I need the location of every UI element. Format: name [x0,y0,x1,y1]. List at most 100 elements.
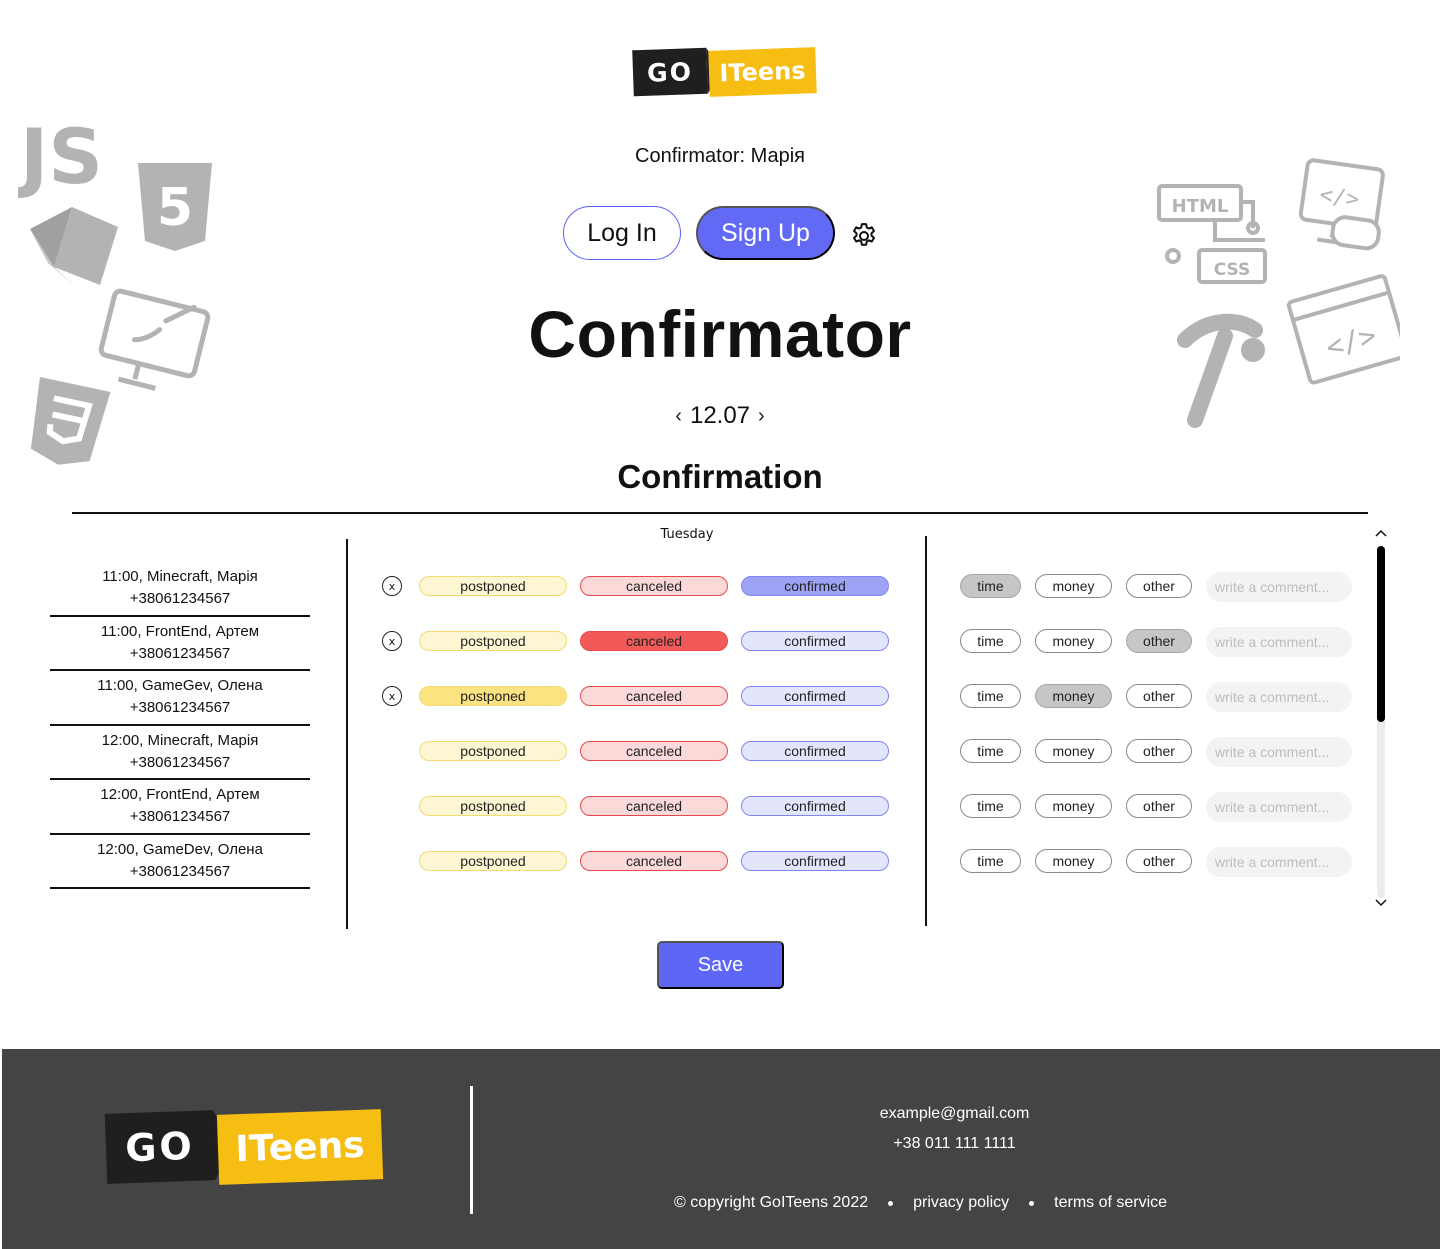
confirmed-toggle[interactable]: confirmed [741,686,889,706]
lesson-info: 11:00, FrontEnd, Артем [100,622,260,640]
reason-time-toggle[interactable]: time [960,684,1021,708]
reason-other-toggle[interactable]: other [1126,849,1192,873]
lesson-info: 12:00, Minecraft, Марія [101,731,259,749]
logo-iteens: ITeens [216,1109,384,1185]
svg-text:5: 5 [157,178,193,238]
separator-dot [888,1200,894,1206]
section-divider [72,512,1368,514]
lesson-list: 11:00, Minecraft, Марія +38061234567 11:0… [50,562,310,889]
chevron-down-icon[interactable] [1374,898,1388,908]
reason-time-toggle[interactable]: time [960,574,1021,598]
confirmed-toggle[interactable]: confirmed [741,741,889,761]
footer-links: © copyright GoITeens 2022 privacy policy… [674,1194,1167,1212]
footer-brand-logo[interactable]: GO ITeens [104,1109,384,1185]
footer-divider [470,1086,473,1214]
lesson-info: 12:00, GameDev, Олена [97,840,263,858]
reason-other-toggle[interactable]: other [1126,684,1192,708]
confirmed-toggle[interactable]: confirmed [741,631,889,651]
confirmed-toggle[interactable]: confirmed [741,851,889,871]
lesson-phone: +38061234567 [129,644,231,662]
privacy-policy-link[interactable]: privacy policy [913,1194,1009,1212]
logo-iteens: ITeens [708,47,817,97]
list-item: 12:00, Minecraft, Марія +38061234567 [50,726,310,780]
reason-time-toggle[interactable]: time [960,794,1021,818]
reason-other-toggle[interactable]: other [1126,739,1192,763]
page-title: Confirmator [528,297,912,371]
cube-icon [30,207,118,287]
section-title: Confirmation [617,458,823,495]
lesson-phone: +38061234567 [129,862,231,880]
signup-button[interactable]: Sign Up [696,206,835,260]
postponed-toggle[interactable]: postponed [419,796,567,816]
login-button[interactable]: Log In [563,206,681,260]
terms-of-service-link[interactable]: terms of service [1054,1194,1167,1212]
postponed-toggle[interactable]: postponed [419,851,567,871]
reason-time-toggle[interactable]: time [960,849,1021,873]
reason-money-toggle[interactable]: money [1035,684,1112,708]
canceled-toggle[interactable]: canceled [580,686,728,706]
close-circle-icon[interactable]: x [382,576,402,596]
postponed-toggle[interactable]: postponed [419,631,567,651]
reason-other-toggle[interactable]: other [1126,574,1192,598]
canceled-toggle[interactable]: canceled [580,631,728,651]
close-circle-icon[interactable]: x [382,686,402,706]
svg-text:HTML: HTML [1172,196,1229,217]
reason-time-toggle[interactable]: time [960,629,1021,653]
comment-input[interactable] [1206,792,1352,822]
scrollbar-thumb[interactable] [1377,546,1385,722]
comment-input[interactable] [1206,572,1352,602]
confirmed-toggle[interactable]: confirmed [741,796,889,816]
list-item: 11:00, FrontEnd, Артем +38061234567 [50,617,310,671]
close-circle-icon[interactable]: x [382,631,402,651]
date-navigator: ‹ 12.07 › [0,402,1440,430]
lesson-phone: +38061234567 [129,808,231,825]
footer-email-link[interactable]: example@gmail.com [802,1105,1107,1123]
current-date: 12.07 [689,402,751,429]
canceled-toggle[interactable]: canceled [580,796,728,816]
reason-money-toggle[interactable]: money [1035,574,1112,598]
brand-logo[interactable]: GO ITeens [632,47,817,97]
lesson-info: 11:00, Minecraft, Марія [102,568,258,585]
save-button[interactable]: Save [657,941,784,989]
canceled-toggle[interactable]: canceled [580,576,728,596]
logo-go: GO [104,1110,216,1184]
page-subtitle: Confirmator: Марія [635,145,805,167]
postponed-toggle[interactable]: postponed [419,686,567,706]
prev-date-button[interactable]: ‹ [675,405,682,428]
reason-other-toggle[interactable]: other [1126,794,1192,818]
column-divider-right [925,536,927,926]
reason-other-toggle[interactable]: other [1126,629,1192,653]
postponed-toggle[interactable]: postponed [419,576,567,596]
lesson-phone: +38061234567 [129,699,231,716]
footer-phone-link[interactable]: +38 011 111 1111 [802,1135,1107,1153]
column-divider-left [346,539,348,929]
reason-time-toggle[interactable]: time [960,739,1021,763]
canceled-toggle[interactable]: canceled [580,851,728,871]
decorative-tech-icons-right: HTML CSS </> </> [1157,158,1400,428]
reason-money-toggle[interactable]: money [1035,794,1112,818]
postponed-toggle[interactable]: postponed [419,741,567,761]
canceled-toggle[interactable]: canceled [580,741,728,761]
list-item: 12:00, GameDev, Олена +38061234567 [50,835,310,889]
lesson-phone: +38061234567 [129,590,231,607]
comment-input[interactable] [1206,737,1352,767]
footer-copyright: © copyright GoITeens 2022 [674,1194,869,1211]
svg-text:</>: </> [1318,183,1361,213]
reason-money-toggle[interactable]: money [1035,629,1112,653]
code-monitor-gamepad-icon: </> [1298,158,1385,251]
reason-money-toggle[interactable]: money [1035,849,1112,873]
comment-input[interactable] [1206,627,1352,657]
comment-input[interactable] [1206,682,1352,712]
confirmed-toggle[interactable]: confirmed [741,576,889,596]
reason-money-toggle[interactable]: money [1035,739,1112,763]
gear-icon[interactable] [849,221,879,251]
list-item: 11:00, Minecraft, Марія +38061234567 [50,562,310,617]
list-item: 12:00, FrontEnd, Артем +38061234567 [50,780,310,835]
separator-dot [1029,1200,1035,1206]
comment-input[interactable] [1206,847,1352,877]
day-label: Tuesday [660,527,714,542]
logo-go: GO [632,47,708,97]
chevron-up-icon[interactable] [1374,528,1388,538]
html-css-tags-icon: HTML CSS [1157,184,1267,284]
next-date-button[interactable]: › [758,405,765,428]
